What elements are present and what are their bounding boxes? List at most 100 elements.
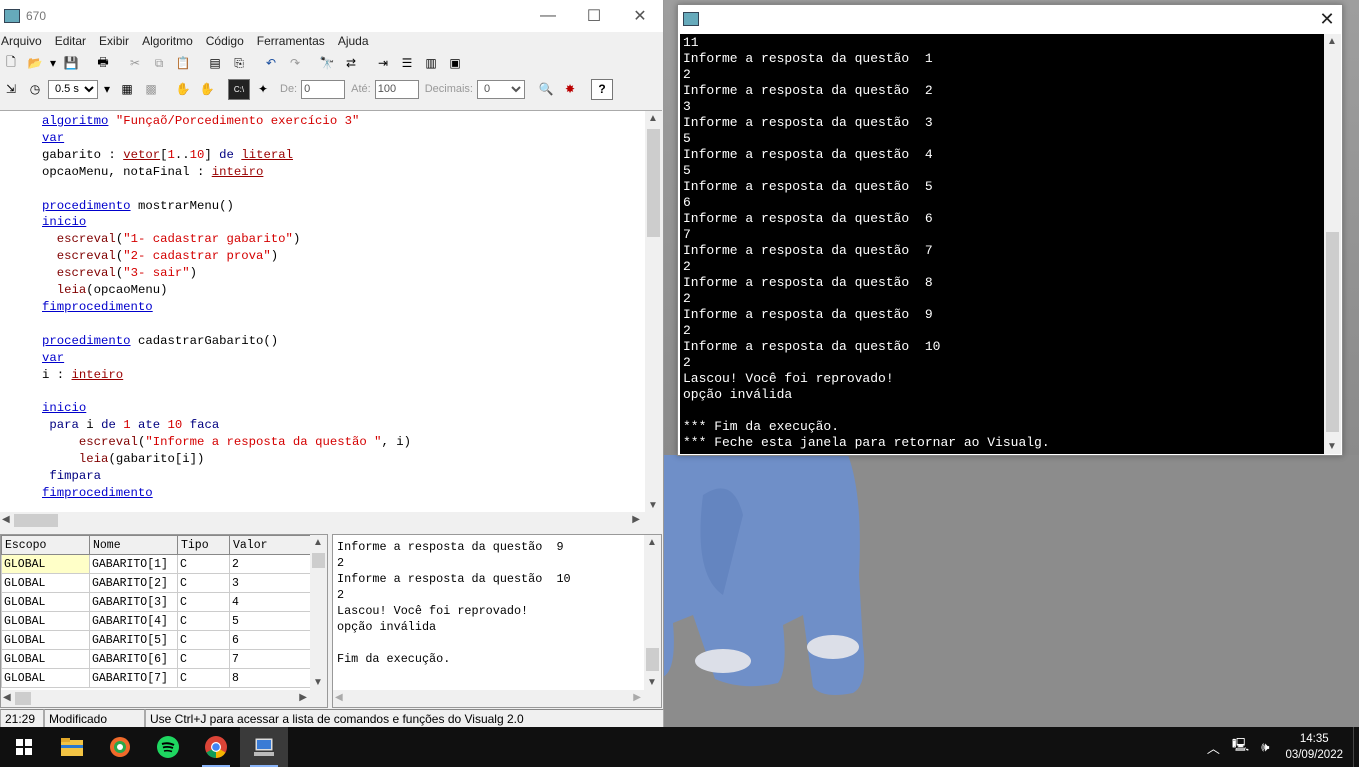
shield-app-button[interactable]	[96, 727, 144, 767]
chrome-button[interactable]	[192, 727, 240, 767]
menu-ferramentas[interactable]: Ferramentas	[256, 34, 332, 48]
menu-codigo[interactable]: Código	[205, 34, 251, 48]
close-button[interactable]: ✕	[617, 0, 663, 32]
indent-icon[interactable]: ⇥	[372, 53, 394, 74]
console-vertical-scrollbar[interactable]: ▲ ▼	[1324, 34, 1341, 454]
scroll-thumb[interactable]	[15, 692, 31, 705]
scroll-up-icon[interactable]: ▲	[313, 537, 323, 548]
scroll-left-icon[interactable]: ◀	[3, 692, 11, 703]
scroll-right-icon[interactable]: ▶	[633, 692, 641, 703]
template-icon[interactable]: ▤	[204, 53, 226, 74]
scroll-thumb[interactable]	[14, 514, 58, 527]
run-step-icon[interactable]: ⇲	[0, 79, 22, 100]
console-close-button[interactable]: ✕	[1312, 9, 1342, 30]
scroll-thumb[interactable]	[646, 648, 659, 671]
code-editor[interactable]: algoritmo "Funçaõ/Porcedimento exercício…	[0, 110, 662, 513]
code-content[interactable]: algoritmo "Funçaõ/Porcedimento exercício…	[42, 113, 411, 502]
volume-icon[interactable]: 🕪	[1261, 739, 1269, 755]
console-window[interactable]: ✕ 11 Informe a resposta da questão 1 2 Info…	[677, 4, 1343, 456]
scroll-right-icon[interactable]: ▶	[632, 514, 640, 525]
save-icon[interactable]: 💾	[60, 53, 82, 74]
menu-ajuda[interactable]: Ajuda	[337, 34, 376, 48]
scroll-down-icon[interactable]: ▼	[648, 500, 658, 511]
start-button[interactable]	[0, 727, 48, 767]
editor-horizontal-scrollbar[interactable]: ◀ ▶	[0, 512, 662, 529]
scroll-thumb[interactable]	[647, 129, 660, 237]
de-input[interactable]	[301, 79, 346, 99]
table-row[interactable]: GLOBAL GABARITO[1] C 2	[1, 554, 312, 574]
table-row[interactable]: GLOBAL GABARITO[7] C 8	[1, 668, 312, 688]
chevron-up-icon[interactable]: ︿	[1207, 738, 1220, 757]
breakpoint-icon[interactable]: ▩	[140, 79, 162, 100]
console-line: Informe a resposta da questão 1	[683, 51, 933, 66]
hand-stop-icon[interactable]: ✋	[196, 79, 218, 100]
spotify-button[interactable]	[144, 727, 192, 767]
menu-arquivo[interactable]: Arquivo	[0, 34, 49, 48]
header-valor[interactable]: Valor	[229, 535, 312, 555]
output-panel[interactable]: Informe a resposta da questão 9 2 Informe …	[332, 534, 662, 708]
table-row[interactable]: GLOBAL GABARITO[3] C 4	[1, 592, 312, 612]
document-icon[interactable]: ▥	[420, 53, 442, 74]
scroll-up-icon[interactable]: ▲	[647, 537, 657, 548]
variables-vertical-scrollbar[interactable]: ▲ ▼	[310, 535, 327, 690]
zoom-icon[interactable]: 🔍	[535, 79, 557, 100]
timer-icon[interactable]: ◷	[24, 79, 46, 100]
output-horizontal-scrollbar[interactable]: ◀ ▶	[333, 690, 661, 707]
show-desktop-button[interactable]	[1353, 727, 1359, 767]
variables-horizontal-scrollbar[interactable]: ◀ ▶	[1, 690, 327, 707]
editor-vertical-scrollbar[interactable]: ▲ ▼	[645, 111, 662, 513]
bug-icon[interactable]: ✸	[559, 79, 581, 100]
clock[interactable]: 14:35 03/09/2022	[1285, 731, 1343, 763]
minimize-button[interactable]: —	[525, 0, 571, 32]
insert-icon[interactable]: ⎘	[228, 53, 250, 74]
magic-wand-icon[interactable]: ✦	[252, 79, 274, 100]
scroll-left-icon[interactable]: ◀	[2, 514, 10, 525]
scroll-up-icon[interactable]: ▲	[648, 113, 658, 124]
undo-icon[interactable]: ↶	[260, 53, 282, 74]
scroll-down-icon[interactable]: ▼	[647, 677, 657, 688]
ate-input[interactable]	[374, 79, 419, 99]
visualg-taskbar-button[interactable]	[240, 727, 288, 767]
console-icon[interactable]: C:\	[228, 78, 250, 100]
header-tipo[interactable]: Tipo	[177, 535, 230, 555]
menu-algoritmo[interactable]: Algoritmo	[141, 34, 200, 48]
menu-editar[interactable]: Editar	[54, 34, 93, 48]
header-escopo[interactable]: Escopo	[1, 535, 90, 555]
new-file-icon[interactable]: 🗋	[0, 53, 22, 74]
help-icon[interactable]: ?	[591, 78, 613, 100]
numbered-list-icon[interactable]: ☰	[396, 53, 418, 74]
output-vertical-scrollbar[interactable]: ▲ ▼	[644, 535, 661, 690]
header-nome[interactable]: Nome	[89, 535, 178, 555]
cut-icon[interactable]: ✂	[124, 53, 146, 74]
hand-icon[interactable]: ✋	[172, 79, 194, 100]
copy-icon[interactable]: ⧉	[148, 53, 170, 74]
scroll-right-icon[interactable]: ▶	[299, 692, 307, 703]
window-icon[interactable]: ▣	[444, 53, 466, 74]
find-icon[interactable]: 🔭	[316, 53, 338, 74]
debug-icon[interactable]: ▦	[116, 79, 138, 100]
menu-exibir[interactable]: Exibir	[98, 34, 136, 48]
cell-nome: GABARITO[4]	[89, 611, 178, 631]
scroll-thumb[interactable]	[1326, 232, 1339, 432]
dropdown-arrow-icon[interactable]: ▾	[48, 53, 58, 74]
open-folder-icon[interactable]: 📂	[24, 53, 46, 74]
paste-icon[interactable]: 📋	[172, 53, 194, 74]
redo-icon[interactable]: ↷	[284, 53, 306, 74]
print-icon[interactable]: 🖶	[92, 53, 114, 74]
chevron-down-icon[interactable]: ▾	[100, 79, 114, 100]
table-row[interactable]: GLOBAL GABARITO[2] C 3	[1, 573, 312, 593]
scroll-up-icon[interactable]: ▲	[1327, 36, 1337, 47]
table-row[interactable]: GLOBAL GABARITO[4] C 5	[1, 611, 312, 631]
file-explorer-button[interactable]	[48, 727, 96, 767]
decimais-select[interactable]: 0	[477, 79, 525, 99]
network-icon[interactable]: 🖳	[1232, 736, 1249, 758]
scroll-down-icon[interactable]: ▼	[313, 677, 323, 688]
scroll-left-icon[interactable]: ◀	[335, 692, 343, 703]
table-row[interactable]: GLOBAL GABARITO[6] C 7	[1, 649, 312, 669]
replace-icon[interactable]: ⇄	[340, 53, 362, 74]
scroll-thumb[interactable]	[312, 553, 325, 568]
table-row[interactable]: GLOBAL GABARITO[5] C 6	[1, 630, 312, 650]
maximize-button[interactable]: ☐	[571, 0, 617, 32]
scroll-down-icon[interactable]: ▼	[1327, 441, 1337, 452]
speed-select[interactable]: 0.5 s	[48, 79, 98, 99]
